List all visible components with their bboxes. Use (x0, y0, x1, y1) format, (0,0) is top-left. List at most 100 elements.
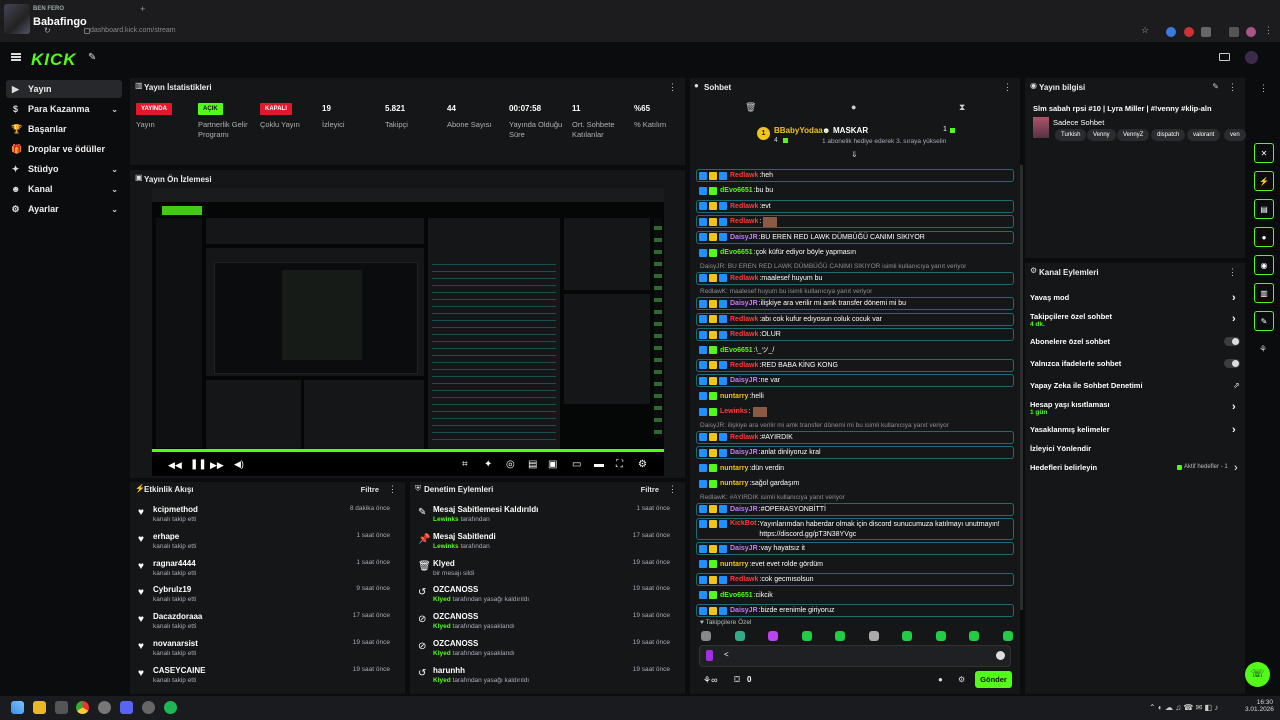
stream-tag[interactable]: Venny (1087, 129, 1116, 141)
list-item[interactable]: ♥ Dacazdoraaa kanalı takip etti 17 saat önc… (130, 612, 400, 639)
moderator-name[interactable]: Lewinks (433, 543, 459, 550)
chat-message[interactable]: DaisyJR: bizde erenimle giriyoruz (696, 604, 1014, 618)
chat-username[interactable]: Redlawk (730, 331, 758, 338)
chat-username[interactable]: DaisyJR (730, 300, 758, 307)
chat-message[interactable]: dEvo6651: bu bu (696, 184, 1014, 197)
app-icon[interactable] (98, 701, 111, 714)
flash-icon[interactable]: ⚡ (1254, 171, 1274, 191)
toggle-switch[interactable] (1224, 359, 1240, 368)
discord-icon[interactable] (120, 701, 133, 714)
channel-action[interactable]: Yasaklanmış kelimeler (1030, 425, 1110, 434)
sidebar-item[interactable]: ▶ Yayın (6, 80, 122, 98)
channel-action[interactable]: Yalnızca ifadelerle sohbet (1030, 359, 1121, 368)
activity-user[interactable]: CASEYCAINE (153, 666, 205, 675)
chat-message[interactable]: Redlawk: RED BABA KİNG KONG (696, 358, 1014, 372)
chat-message[interactable]: DaisyJR: ne var (696, 374, 1014, 388)
chat-message[interactable]: DaisyJR: ilişkiye ara verilir mi amk tra… (696, 297, 1014, 311)
system-tray-icon[interactable]: ⌃ ◐ ☁ ♫ ☎ ✉ ◧ ♪ (1149, 703, 1218, 712)
chat-message[interactable]: DaisyJR: anlat dinliyoruz kral (696, 446, 1014, 460)
chat-username[interactable]: Redlawk (730, 275, 758, 282)
chat-username[interactable]: Redlawk (730, 362, 758, 369)
chat-username[interactable]: DaisyJR (730, 607, 758, 614)
sidebar-item[interactable]: ☻ Kanal ⌄ (6, 180, 122, 198)
chat-username[interactable]: DaisyJR (730, 234, 758, 241)
support-chat-button[interactable]: ☏ (1245, 662, 1270, 687)
chevron-down-icon[interactable]: ⌄ (111, 165, 118, 174)
chevron-right-icon[interactable]: › (1232, 292, 1236, 304)
spotify-icon[interactable] (164, 701, 177, 714)
emote-icon[interactable] (902, 631, 912, 641)
chat-message[interactable]: KickBot: Yayınlarımdan haberdar olmak iç… (696, 518, 1014, 540)
chevron-right-icon[interactable]: › (1232, 313, 1236, 325)
chat-message[interactable]: dEvo6651: \_ツ_/ (696, 344, 1014, 357)
fullscreen-icon[interactable]: ⛶ (616, 459, 623, 470)
stream-tag[interactable]: VennyZ (1117, 129, 1150, 141)
chevron-down-icon[interactable]: ⇓ (851, 150, 858, 159)
wrench-icon[interactable]: ✎ (1254, 311, 1274, 331)
file-explorer-icon[interactable] (33, 701, 46, 714)
list-item[interactable]: ♥ kcipmethod kanalı takip etti 8 dakika önc… (130, 505, 400, 532)
list-item[interactable]: ⊘ OZCANOSS Klyed tarafından yasaklandı 19 s… (410, 612, 680, 639)
chat-message[interactable]: nuntarry: dün verdin (696, 462, 1014, 475)
chat-input-value[interactable]: < (724, 650, 729, 659)
chat-message[interactable]: Redlawk: (696, 215, 1014, 229)
moderator-name[interactable]: Klyed (433, 650, 451, 657)
list-item[interactable]: 🗑 Klyed bir mesajı sildi 19 saat önce (410, 559, 680, 586)
address-bar[interactable]: dashboard.kick.com/stream (90, 27, 176, 34)
extensions-puzzle-icon[interactable] (1201, 27, 1211, 37)
chat-message[interactable]: Redlawk: cok gecmısolsun (696, 573, 1014, 587)
download-icon[interactable] (1229, 27, 1239, 37)
edit-icon[interactable]: ✎ (1212, 82, 1219, 91)
list-item[interactable]: ↺ harunhh Klyed tarafından yasağı kaldırıl… (410, 666, 680, 693)
gear-icon[interactable]: ⚙ (958, 675, 965, 684)
users-icon[interactable]: ⚘∞ (703, 675, 717, 686)
new-tab-icon[interactable]: + (140, 4, 145, 14)
settings-icon[interactable]: ⚙ (638, 459, 647, 470)
chat-username[interactable]: DaisyJR (730, 377, 758, 384)
chat-username[interactable]: dEvo6651 (720, 592, 753, 599)
chat-username[interactable]: Redlawk (730, 172, 758, 179)
chat-username[interactable]: nuntarry (720, 480, 748, 487)
task-view-icon[interactable] (55, 701, 68, 714)
chat-username[interactable]: KickBot (730, 520, 756, 527)
list-item[interactable]: ♥ CASEYCAINE kanalı takip etti 19 saat önce (130, 666, 400, 693)
layout-icon[interactable]: ✕ (1254, 143, 1274, 163)
pause-icon[interactable]: ❚❚ (190, 459, 207, 470)
filter-button[interactable]: Filtre (641, 485, 659, 494)
share-icon[interactable]: ⚘ (1259, 344, 1267, 355)
chat-username[interactable]: Redlawk (730, 203, 758, 210)
chat-bubble-icon[interactable]: ● (1254, 227, 1274, 247)
toggle-switch[interactable] (1224, 337, 1240, 346)
chevron-down-icon[interactable]: ⌄ (111, 205, 118, 214)
channel-action[interactable]: Yapay Zeka ile Sohbet Denetimi (1030, 381, 1143, 390)
channel-action[interactable]: Takipçilere özel sohbet (1030, 312, 1112, 321)
chat-message[interactable]: dEvo6651: çok küfür ediyor böyle yapması… (696, 246, 1014, 259)
chat-scrollbar[interactable] (1020, 165, 1023, 610)
bookmark-star-icon[interactable]: ☆ (1141, 25, 1149, 36)
list-item[interactable]: ↺ OZCANOSS Klyed tarafından yasağı kaldırı… (410, 585, 680, 612)
broadcast-icon[interactable]: ◉ (1254, 255, 1274, 275)
clock[interactable]: 16:30 3.01.2026 (1245, 699, 1274, 713)
chat-message[interactable]: Redlawk: heh (696, 169, 1014, 182)
extension-icon[interactable] (1184, 27, 1194, 37)
chat-message[interactable]: Redlawk: abı cok kufur edıyosun coluk co… (696, 312, 1014, 326)
more-options-icon[interactable]: ⋮ (668, 484, 677, 495)
moderator-name[interactable]: Klyed (433, 596, 451, 603)
chat-bubble-icon[interactable]: ● (938, 675, 943, 684)
more-options-icon[interactable]: ⋮ (1259, 83, 1268, 94)
channel-action[interactable]: İzleyici Yönlendir (1030, 444, 1091, 453)
more-options-icon[interactable]: ⋮ (1228, 82, 1237, 93)
list-item[interactable]: ✎ Mesaj Sabitlemesi Kaldırıldı Lewinks tar… (410, 505, 680, 532)
emoji-icon[interactable] (996, 651, 1005, 660)
chat-username[interactable]: Redlawk (730, 434, 758, 441)
activity-user[interactable]: erhape (153, 532, 179, 541)
more-options-icon[interactable]: ⋮ (1228, 267, 1237, 278)
chat-message[interactable]: Redlawk: maalesef huyum bu (696, 271, 1014, 285)
browser-menu-icon[interactable]: ⋮ (1264, 25, 1273, 36)
chat-username[interactable]: nuntarry (720, 561, 748, 568)
sidebar-item[interactable]: ✦ Stüdyo ⌄ (6, 160, 122, 178)
activity-user[interactable]: novanarsist (153, 639, 198, 648)
chat-message[interactable]: DaisyJR: BU EREN RED LAWK DÜMBÜĞÜ CANIMI… (696, 230, 1014, 244)
list-item[interactable]: ♥ novanarsist kanalı takip etti 19 saat önc… (130, 639, 400, 666)
channel-action[interactable]: Hedefleri belirleyin (1030, 463, 1097, 472)
